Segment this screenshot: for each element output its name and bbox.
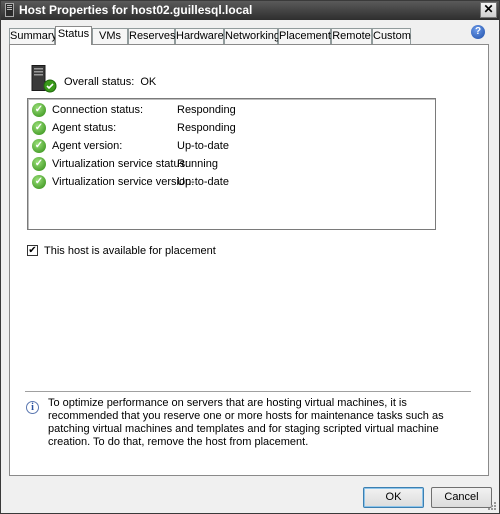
tab-strip: Summary Status VMs Reserves Hardware Net… — [9, 26, 489, 45]
status-row-connection: ✓ Connection status: Responding — [28, 102, 433, 120]
ok-check-icon: ✓ — [32, 121, 46, 135]
overall-status-label: Overall status: — [64, 76, 135, 88]
status-label: Virtualization service version: — [52, 176, 195, 188]
help-icon[interactable]: ? — [471, 25, 485, 39]
tab-placement[interactable]: Placement — [278, 28, 331, 44]
status-value: Responding — [177, 104, 236, 116]
server-icon — [31, 65, 57, 93]
ok-button[interactable]: OK — [363, 487, 424, 508]
placement-checkbox-label[interactable]: This host is available for placement — [44, 245, 216, 257]
status-row-agent-version: ✓ Agent version: Up-to-date — [28, 138, 433, 156]
status-list: ✓ Connection status: Responding ✓ Agent … — [27, 98, 436, 230]
window-title: Host Properties for host02.guillesql.loc… — [19, 3, 253, 17]
status-row-virtualization-service-status: ✓ Virtualization service status: Running — [28, 156, 433, 174]
placement-checkbox[interactable]: ✔ — [27, 245, 38, 256]
tab-vms[interactable]: VMs — [92, 28, 128, 44]
ok-check-icon: ✓ — [32, 139, 46, 153]
title-bar: Host Properties for host02.guillesql.loc… — [1, 1, 499, 20]
overall-status: Overall status: OK — [64, 76, 156, 88]
host-properties-dialog: Host Properties for host02.guillesql.loc… — [0, 0, 500, 514]
info-icon: i — [26, 401, 39, 414]
info-text: To optimize performance on servers that … — [48, 397, 444, 448]
status-label: Connection status: — [52, 104, 144, 116]
status-value: Responding — [177, 122, 236, 134]
tab-remote[interactable]: Remote — [331, 28, 372, 44]
cancel-button[interactable]: Cancel — [431, 487, 492, 508]
tab-summary[interactable]: Summary — [9, 28, 57, 44]
status-label: Virtualization service status: — [52, 158, 189, 170]
status-tab-panel: Overall status: OK ✓ Connection status: R… — [9, 44, 489, 476]
status-label: Agent version: — [52, 140, 123, 152]
tab-networking[interactable]: Networking — [224, 28, 280, 44]
resize-grip-icon[interactable] — [487, 501, 497, 511]
close-button[interactable]: ✕ — [480, 2, 497, 18]
divider — [25, 391, 471, 393]
close-icon: ✕ — [483, 2, 494, 16]
app-icon — [5, 3, 14, 17]
overall-status-value: OK — [140, 76, 157, 88]
ok-check-icon: ✓ — [32, 175, 46, 189]
status-row-agent-status: ✓ Agent status: Responding — [28, 120, 433, 138]
ok-check-icon: ✓ — [32, 103, 46, 117]
status-value: Running — [177, 158, 218, 170]
status-row-virtualization-service-version: ✓ Virtualization service version: Up-to-… — [28, 174, 433, 192]
status-value: Up-to-date — [177, 176, 229, 188]
tab-status[interactable]: Status — [55, 26, 92, 45]
tab-custom[interactable]: Custom — [372, 28, 411, 44]
status-value: Up-to-date — [177, 140, 229, 152]
status-label: Agent status: — [52, 122, 117, 134]
ok-check-icon: ✓ — [32, 157, 46, 171]
tab-reserves[interactable]: Reserves — [128, 28, 175, 44]
tab-hardware[interactable]: Hardware — [175, 28, 224, 44]
